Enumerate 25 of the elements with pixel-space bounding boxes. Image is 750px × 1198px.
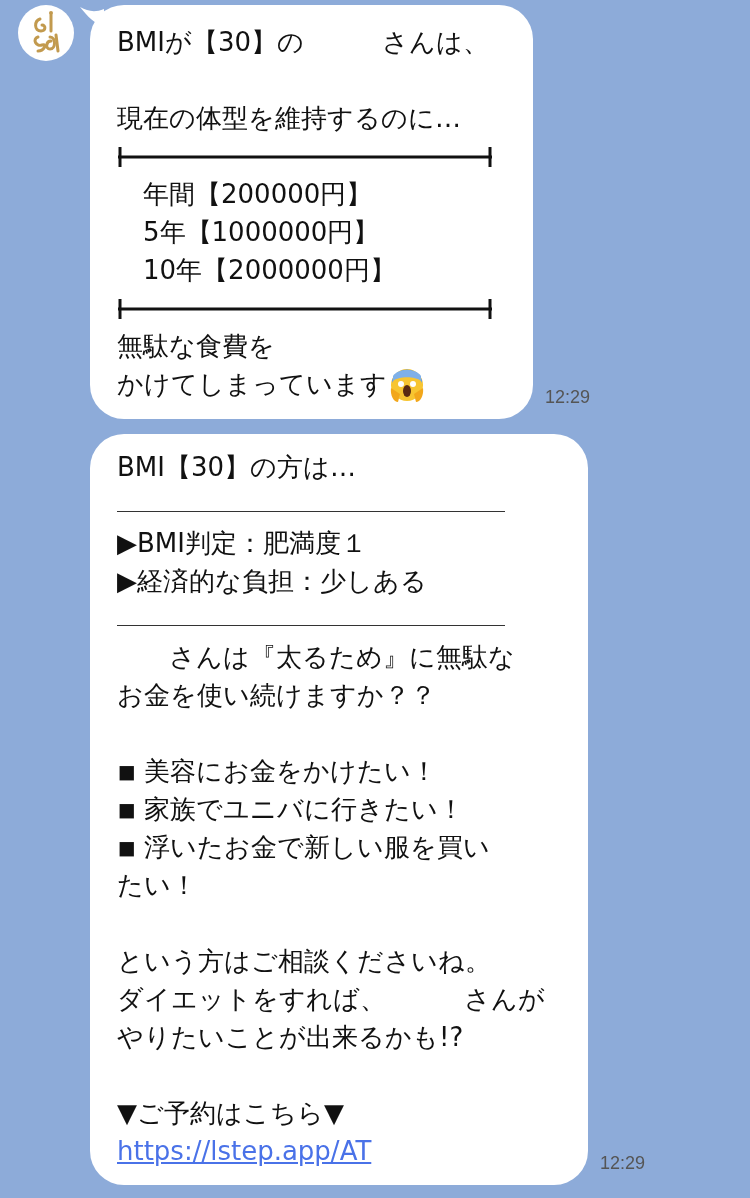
message-text: 現在の体型を維持するのに… <box>117 103 461 135</box>
message-text: ▶BMI判定：肥満度１ <box>117 528 367 560</box>
timestamp: 12:29 <box>544 386 591 409</box>
timestamp: 12:29 <box>599 1152 646 1175</box>
message-text: 10年【2000000円】 <box>142 255 396 287</box>
message-text: 無駄な食費を <box>117 331 275 363</box>
message-text: ◾ 美容にお金をかけたい！ <box>117 756 438 788</box>
message-text: かけてしまっています <box>117 369 387 401</box>
link[interactable]: https://lstep.app/AT <box>117 1136 372 1168</box>
message-text: ◾ 浮いたお金で新しい服を買い <box>117 832 491 864</box>
message-text: BMIが【30】の さんは、 <box>117 27 490 59</box>
message-text: という方はご相談くださいね。 <box>117 946 491 978</box>
message-text: ◾ 家族でユニバに行きたい！ <box>117 794 465 826</box>
avatar[interactable] <box>18 5 74 61</box>
message-text: 年間【200000円】 <box>142 179 373 211</box>
message-text: さんは『太るため』に無駄な <box>168 642 515 674</box>
message-text: BMI【30】の方は… <box>117 452 357 484</box>
message-text: 5年【1000000円】 <box>142 217 380 249</box>
message-text: やりたいことが出来るかも!? <box>117 1022 464 1054</box>
message-text: ダイエットをすれば、 さんが <box>117 984 545 1016</box>
scream-emoji-icon <box>388 366 426 404</box>
message-text: たい！ <box>117 870 197 902</box>
message-text: お金を使い続けますか？？ <box>117 680 436 712</box>
message-text: ▶経済的な負担：少しある <box>117 566 427 598</box>
message-text: ▼ご予約はこちら▼ <box>117 1098 344 1130</box>
